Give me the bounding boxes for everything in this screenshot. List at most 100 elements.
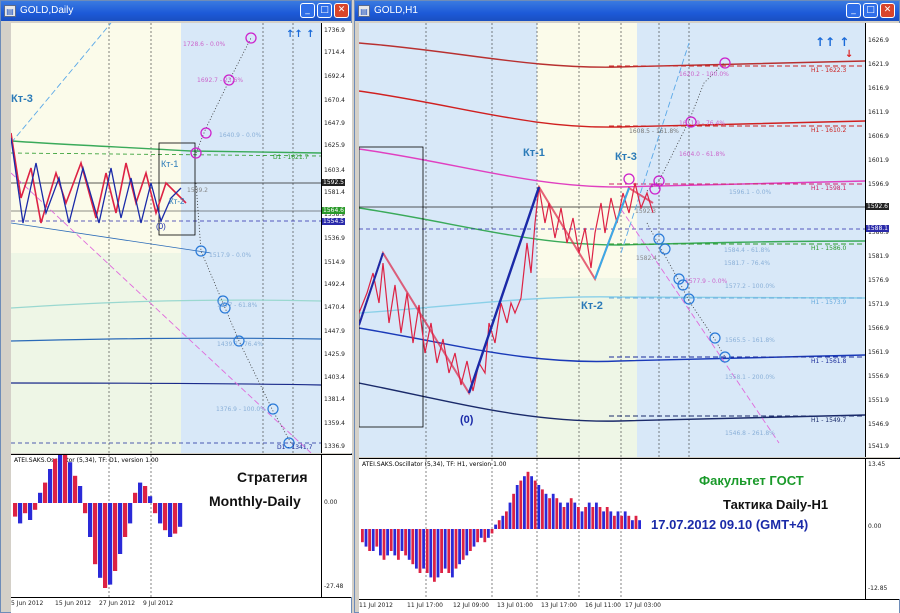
- oscillator-bar: [13, 503, 18, 517]
- oscillator-bar: [573, 502, 577, 529]
- oscillator-bar: [108, 503, 113, 585]
- history-zone-top: [11, 23, 181, 253]
- oscillator-bar: [447, 529, 451, 573]
- oscillator-bar: [404, 529, 407, 556]
- fib-label: 1581.7 - 76.4%: [724, 260, 771, 267]
- oscillator-bar: [638, 520, 641, 529]
- minimize-button[interactable]: _: [300, 3, 315, 18]
- oscillator-bar: [458, 529, 461, 565]
- oscillator-bar: [43, 482, 48, 503]
- oscillator-bar: [93, 503, 98, 565]
- oscillator-bar: [465, 529, 469, 556]
- oscillator-bar: [627, 515, 631, 529]
- oscillator-bar: [433, 529, 436, 582]
- oscillator-bar: [58, 455, 63, 503]
- oscillator-bar: [133, 492, 138, 503]
- oscillator-bar: [83, 503, 88, 514]
- oscillator-bar: [436, 529, 440, 578]
- oscillator-bar: [425, 529, 429, 573]
- fib-label: 1517.9 - 0.0%: [209, 252, 252, 259]
- oscillator-bar: [18, 503, 23, 524]
- oscillator-bar: [78, 486, 83, 503]
- oscillator-bar: [153, 503, 158, 514]
- signal-arrows: ↑↑ ↑: [815, 35, 850, 49]
- kt2-label: Кт-2: [169, 197, 185, 206]
- oscillator-bar: [440, 529, 443, 573]
- fib-label: 1546.8 - 261.8%: [725, 430, 775, 437]
- oscillator-bar: [548, 498, 551, 529]
- oscillator-bar: [33, 503, 38, 510]
- fib-label: 1584.4 - 61.8%: [724, 247, 771, 254]
- close-button[interactable]: ✕: [334, 3, 349, 18]
- fib-label: 1577.2 - 100.0%: [725, 283, 775, 290]
- oscillator-bar: [587, 502, 591, 529]
- oscillator-bar: [602, 511, 605, 529]
- oscillator-bar: [73, 475, 78, 503]
- current-price-tag: 1592.6: [866, 203, 889, 210]
- oscillator-bar: [623, 511, 627, 529]
- oscillator-bar: [411, 529, 415, 565]
- oscillator-bar: [451, 529, 454, 578]
- strategy-subtitle: Monthly-Daily: [209, 493, 301, 509]
- oscillator-bar: [505, 511, 508, 529]
- maximize-button[interactable]: □: [863, 3, 878, 18]
- oscillator-bar: [371, 529, 375, 551]
- level-label: H1 - 1549.7: [811, 417, 847, 424]
- fib-label: 1611.9 - 76.4%: [679, 120, 726, 127]
- oscillator-bar: [98, 503, 103, 578]
- level-label: H1 - 1598.1: [811, 185, 847, 192]
- oscillator-bar: [68, 462, 73, 503]
- oscillator-bar: [461, 529, 465, 560]
- oscillator-bar: [38, 492, 43, 503]
- oscillator-bar: [118, 503, 123, 554]
- oscillator-bar: [595, 502, 598, 529]
- left-chart-window[interactable]: ▤ GOLD,Daily _ □ ✕ Кт-3 Кт-1 Кт-2 (0) ↑↑…: [0, 0, 352, 613]
- oscillator-bar: [631, 520, 634, 529]
- oscillator-bar: [609, 511, 613, 529]
- left-oscillator-panel[interactable]: ATEI.SAKS.Oscillator (5,34), TF: D1, ver…: [11, 454, 321, 597]
- oscillator-bar: [415, 529, 418, 569]
- current-price-tag: 1592.5: [322, 179, 345, 186]
- oscillator-bar: [479, 529, 483, 538]
- kt3-label: Кт-3: [11, 93, 33, 105]
- price-tag: 1554.5: [322, 218, 345, 225]
- close-button[interactable]: ✕: [880, 3, 895, 18]
- chart-window-icon: ▤: [358, 5, 370, 17]
- oscillator-bar: [483, 529, 487, 543]
- forecast-zone: [637, 23, 865, 457]
- oscillator-bar: [508, 502, 512, 529]
- oscillator-bar: [443, 529, 447, 569]
- oscillator-bar: [598, 507, 602, 529]
- oscillator-bar: [113, 503, 118, 571]
- oscillator-bar: [555, 498, 559, 529]
- fib-label: 1558.1 - 200.0%: [725, 374, 775, 381]
- oscillator-bar: [88, 503, 93, 537]
- right-oscillator-panel[interactable]: ATEI.SAKS.Oscillator (5,34), TF: H1, ver…: [359, 458, 865, 599]
- oscillator-bar: [63, 455, 68, 503]
- left-price-plot[interactable]: Кт-3 Кт-1 Кт-2 (0) ↑↑ ↑ 1728.6 - 0.0% 16…: [11, 23, 321, 453]
- oscillator-bar: [569, 498, 573, 529]
- right-time-axis: 11 Jul 2012 11 Jul 17:00 12 Jul 09:00 13…: [359, 599, 899, 613]
- oscillator-bar: [168, 503, 173, 537]
- oscillator-bar: [397, 529, 400, 560]
- right-titlebar[interactable]: ▤ GOLD,H1 _ □ ✕: [355, 1, 899, 21]
- oscillator-bar: [562, 507, 566, 529]
- oscillator-bar: [364, 529, 368, 547]
- fib-label: 1620.2 - 100.0%: [679, 71, 729, 78]
- history-zone-bottom: [11, 253, 181, 453]
- oscillator-bar: [476, 529, 479, 543]
- right-price-plot[interactable]: Кт-1 Кт-3 Кт-2 (0) ↑↑ ↑ ↓ 1620.2 - 100.0…: [359, 23, 865, 457]
- right-chart-window[interactable]: ▤ GOLD,H1 _ □ ✕ Кт-1 Кт-3 Кт-2 (0) ↑↑ ↑ …: [354, 0, 900, 613]
- kt3-label: Кт-3: [615, 151, 637, 163]
- oscillator-bar: [375, 529, 379, 547]
- oscillator-bar: [389, 529, 393, 551]
- minimize-button[interactable]: _: [846, 3, 861, 18]
- datetime-label: 17.07.2012 09.10 (GMT+4): [651, 517, 809, 532]
- oscillator-bar: [422, 529, 425, 569]
- oscillator-bar: [368, 529, 371, 551]
- level-label: H1 - 1573.9: [811, 299, 847, 306]
- fib-label: 1604.0 - 61.8%: [679, 151, 726, 158]
- left-titlebar[interactable]: ▤ GOLD,Daily _ □ ✕: [1, 1, 351, 21]
- oscillator-bar: [418, 529, 422, 573]
- maximize-button[interactable]: □: [317, 3, 332, 18]
